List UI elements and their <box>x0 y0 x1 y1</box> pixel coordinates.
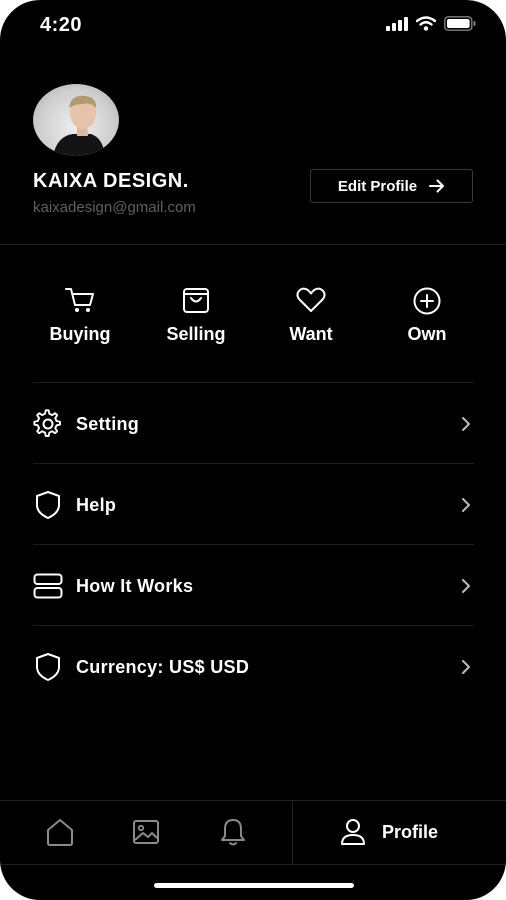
cart-icon <box>65 288 94 312</box>
tab-home[interactable] <box>45 817 75 852</box>
tab-gallery[interactable] <box>131 817 161 852</box>
menu-divider <box>33 463 474 464</box>
avatar-photo <box>53 95 105 156</box>
cellular-signal-icon <box>386 16 408 31</box>
profile-email: kaixadesign@gmail.com <box>33 199 196 216</box>
tab-notifications[interactable] <box>218 817 248 852</box>
tab-separator <box>292 801 293 864</box>
shield-icon <box>36 653 60 681</box>
arrow-right-icon <box>429 179 445 193</box>
user-icon <box>341 819 365 845</box>
quick-action-buying[interactable]: Buying <box>25 286 135 345</box>
status-time: 4:20 <box>40 14 83 36</box>
quick-action-selling[interactable]: Selling <box>141 286 251 345</box>
edit-profile-button[interactable]: Edit Profile <box>310 169 473 203</box>
shopping-bag-icon <box>183 288 209 313</box>
status-bar: 4:20 <box>0 0 506 52</box>
battery-icon <box>444 16 476 31</box>
avatar[interactable] <box>33 84 119 156</box>
menu-item-label: Currency: US$ USD <box>76 656 250 677</box>
menu-item-label: Setting <box>76 413 140 434</box>
chevron-right-icon <box>462 579 470 593</box>
menu-item-label: How It Works <box>76 575 194 596</box>
menu-item-currency[interactable]: Currency: US$ USD <box>33 637 474 697</box>
quick-action-own[interactable]: Own <box>372 286 482 345</box>
chevron-right-icon <box>462 660 470 674</box>
gear-icon <box>33 409 61 437</box>
menu-divider <box>33 625 474 626</box>
menu-item-how-it-works[interactable]: How It Works <box>33 556 474 616</box>
image-icon <box>133 820 159 844</box>
quick-action-label: Buying <box>49 324 111 344</box>
tab-profile-label: Profile <box>382 821 439 842</box>
bell-icon <box>221 819 245 846</box>
status-icons <box>386 16 476 31</box>
plus-circle-icon <box>413 287 441 315</box>
server-icon <box>33 573 63 599</box>
quick-action-want[interactable]: Want <box>256 286 366 345</box>
home-indicator <box>154 883 354 888</box>
quick-action-label: Own <box>407 324 447 344</box>
chevron-right-icon <box>462 417 470 431</box>
edit-profile-label: Edit Profile <box>337 177 418 195</box>
wifi-icon <box>416 16 436 31</box>
chevron-right-icon <box>462 498 470 512</box>
quick-action-label: Want <box>289 324 333 344</box>
phone-screen: 4:20 KAIXA DESIGN. kaixadesign@gmail.com… <box>0 0 506 900</box>
tab-profile[interactable]: Profile <box>340 818 438 846</box>
header-divider <box>0 244 506 245</box>
home-icon <box>47 819 73 846</box>
menu-divider <box>33 544 474 545</box>
menu-item-label: Help <box>76 494 117 515</box>
quick-action-label: Selling <box>166 324 226 344</box>
tab-bar: Profile <box>0 800 506 865</box>
menu-divider <box>33 382 474 383</box>
menu-item-help[interactable]: Help <box>33 475 474 535</box>
heart-icon <box>296 287 326 312</box>
profile-name: KAIXA DESIGN. <box>33 170 189 192</box>
menu-item-setting[interactable]: Setting <box>33 394 474 454</box>
shield-icon <box>36 491 60 519</box>
